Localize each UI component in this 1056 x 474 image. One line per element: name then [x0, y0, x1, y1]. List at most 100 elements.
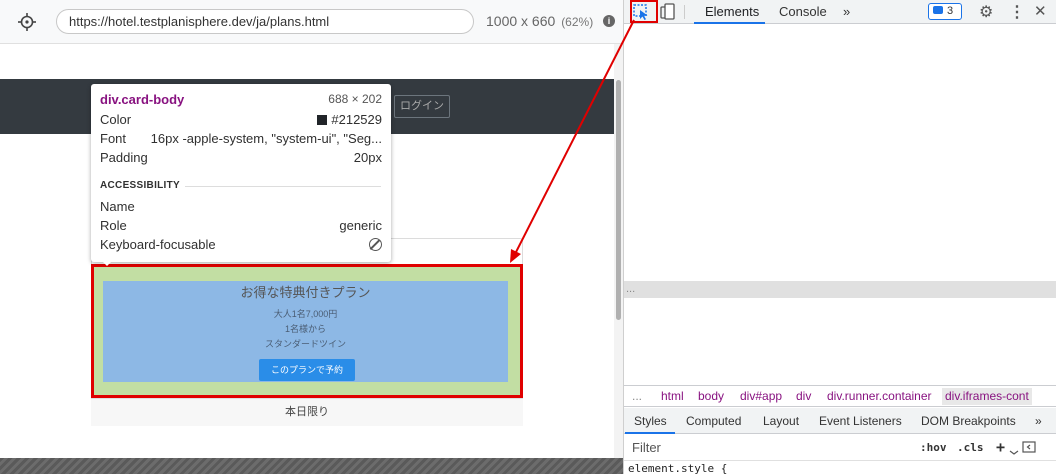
tabbar-separator	[684, 5, 685, 19]
color-swatch	[317, 115, 328, 125]
dom-node[interactable]: <div class="card-header"> ⭐おすす	[624, 247, 1056, 264]
tooltip-color-row: Color #212529	[100, 112, 382, 130]
dom-node[interactable]: ▶<nav class="navbar navbar-expand-lg nav…	[624, 114, 1056, 131]
plan-title: お得な特典付きプラン	[240, 285, 371, 300]
crosshair-icon[interactable]	[17, 12, 37, 32]
inspect-element-icon[interactable]	[632, 3, 652, 21]
dom-node[interactable]: </div>	[624, 347, 1056, 364]
dom-tree[interactable]: ▶<head>…</head>▼<body class="bg-light"><…	[624, 24, 1056, 384]
styles-active-indicator	[625, 432, 675, 434]
role-value: generic	[339, 218, 382, 233]
card-body: お得な特典付きプラン 大人1名7,000円 1名様から スタンダードツイン この…	[103, 281, 508, 382]
tab-console[interactable]: Console	[779, 4, 827, 19]
dom-node[interactable]: == $0	[624, 297, 1056, 314]
dom-node[interactable]: </div>	[624, 381, 1056, 384]
plan-room-type: スタンダードツイン	[264, 339, 346, 349]
breadcrumb-item[interactable]: div	[796, 389, 811, 403]
info-icon[interactable]: i	[603, 15, 615, 27]
dom-node[interactable]: ▼<div class="row">flex	[624, 180, 1056, 197]
dom-node[interactable]: ▶<head>…</head>	[624, 30, 1056, 47]
tooltip-size: 688 × 202	[328, 92, 382, 106]
card-footer: 本日限り	[91, 398, 523, 426]
dimensions-text: 1000 x 660	[486, 13, 556, 29]
emulator-toolbar: https://hotel.testplanisphere.dev/ja/pla…	[0, 0, 623, 44]
node-actions-ellipsis[interactable]: ...	[626, 281, 635, 298]
more-options-icon[interactable]: ⋮	[1009, 2, 1025, 22]
dom-node[interactable]: ▼<div class="card text-center shadow-	[624, 214, 1056, 231]
devtools-pane: Elements Console » 3 ⚙ ⋮ ✕ ▶<head>…</hea…	[623, 0, 1056, 474]
dom-node[interactable]: </div>	[624, 364, 1056, 381]
tooltip-selector: div.card-body	[100, 92, 185, 107]
padding-value: 20px	[353, 150, 382, 165]
tab-event-listeners[interactable]: Event Listeners	[819, 414, 902, 428]
device-toolbar-icon[interactable]	[660, 3, 676, 21]
toggle-sidebar-icon[interactable]	[1022, 440, 1036, 454]
inspect-tooltip: div.card-body 688 × 202 Color #212529 Fo…	[91, 84, 391, 262]
role-label: Role	[100, 218, 127, 233]
tab-layout[interactable]: Layout	[763, 414, 799, 428]
name-label: Name	[100, 199, 135, 214]
tooltip-role-row: Role generic	[100, 218, 382, 236]
emulator-scrollbar-thumb[interactable]	[616, 80, 621, 320]
element-style-rule: element.style {	[628, 462, 728, 474]
breadcrumb: ... html body div#app div div.runner.containe…	[624, 385, 1056, 407]
breadcrumb-item[interactable]: body	[698, 389, 724, 403]
dom-node[interactable]: sm">flex	[624, 230, 1056, 247]
styles-tabbar: Styles Computed Layout Event Listeners DOM B…	[624, 408, 1056, 434]
emulator-pane: https://hotel.testplanisphere.dev/ja/pla…	[0, 0, 623, 474]
dom-node-selected[interactable]: ▶<div class="card-body">…</div>...	[624, 280, 1056, 298]
tooltip-caret	[100, 259, 114, 266]
dom-node[interactable]: <h1 class="text-center text-uppercase d-…	[624, 63, 1056, 80]
dom-node[interactable]: めプラン⭐ </div>	[624, 264, 1056, 281]
plan-price: 大人1名7,000円	[273, 309, 338, 319]
dom-node[interactable]: ▼<body class="bg-light">	[624, 47, 1056, 64]
tooltip-name-row: Name	[100, 199, 382, 217]
tab-styles[interactable]: Styles	[634, 414, 667, 428]
screen: https://hotel.testplanisphere.dev/ja/pla…	[0, 0, 1056, 474]
dom-node[interactable]: r-dark bg-dark py-lg-4">…</nav>flex	[624, 130, 1056, 147]
dom-node[interactable]: ▼<div class="col-lg-9 mx-auto py-5">	[624, 197, 1056, 214]
dom-node[interactable]: ▼<div class="container bg-white py-5">	[624, 147, 1056, 164]
accessibility-heading: ACCESSIBILITY	[100, 180, 181, 191]
styles-filter-row: Filter :hov .cls +	[624, 435, 1056, 461]
breadcrumb-item[interactable]: div#app	[740, 389, 782, 403]
tooltip-focusable-row: Keyboard-focusable	[100, 237, 382, 255]
accessibility-divider	[185, 186, 381, 187]
dom-node[interactable]: ▶<div class="row">…</div>flex	[624, 164, 1056, 181]
font-label: Font	[100, 131, 127, 146]
close-icon[interactable]: ✕	[1034, 2, 1047, 20]
tab-more-styles[interactable]: »	[1035, 414, 1042, 428]
login-button[interactable]: ログイン	[394, 95, 450, 118]
tab-computed[interactable]: Computed	[686, 414, 741, 428]
color-label: Color	[100, 112, 132, 127]
plan-min-guests: 1名様から	[284, 324, 326, 334]
url-field[interactable]: https://hotel.testplanisphere.dev/ja/pla…	[56, 9, 474, 34]
breadcrumb-overflow[interactable]: ...	[632, 389, 642, 403]
reserve-button[interactable]: このプランで予約	[259, 359, 355, 381]
dom-node[interactable]: Planisphere</h1>	[624, 97, 1056, 114]
color-value-text: #212529	[331, 112, 382, 127]
tab-elements[interactable]: Elements	[705, 4, 759, 19]
new-rule-button[interactable]: +	[996, 438, 1005, 456]
font-value: 16px -apple-system, "system-ui", "Seg...	[150, 131, 382, 146]
breadcrumb-item[interactable]: div.iframes-cont	[942, 388, 1032, 405]
emulator-bottom-hatch	[0, 458, 623, 474]
dom-node[interactable]: d"> 本日限り </div>	[624, 331, 1056, 348]
tooltip-padding-row: Padding 20px	[100, 150, 382, 168]
gear-icon[interactable]: ⚙	[979, 2, 993, 22]
tab-more[interactable]: »	[843, 4, 850, 19]
dom-node[interactable]: <div class="card-footer text-mute	[624, 314, 1056, 331]
issues-badge[interactable]: 3	[928, 3, 962, 20]
cls-toggle[interactable]: .cls	[957, 441, 984, 454]
breadcrumb-item[interactable]: html	[661, 389, 684, 403]
color-value: #212529	[317, 112, 382, 127]
issues-count: 3	[947, 5, 954, 17]
tab-dom-breakpoints[interactable]: DOM Breakpoints	[921, 414, 1016, 428]
filter-input[interactable]: Filter	[630, 439, 910, 457]
dom-node[interactable]: one d-lg-block display-3 my-5">Hotel	[624, 80, 1056, 97]
hov-toggle[interactable]: :hov	[920, 441, 947, 454]
tooltip-header: div.card-body 688 × 202	[100, 92, 382, 110]
tooltip-font-row: Font 16px -apple-system, "system-ui", "S…	[100, 131, 382, 149]
breadcrumb-item[interactable]: div.runner.container	[827, 389, 932, 403]
new-rule-menu-icon[interactable]	[1009, 443, 1019, 455]
